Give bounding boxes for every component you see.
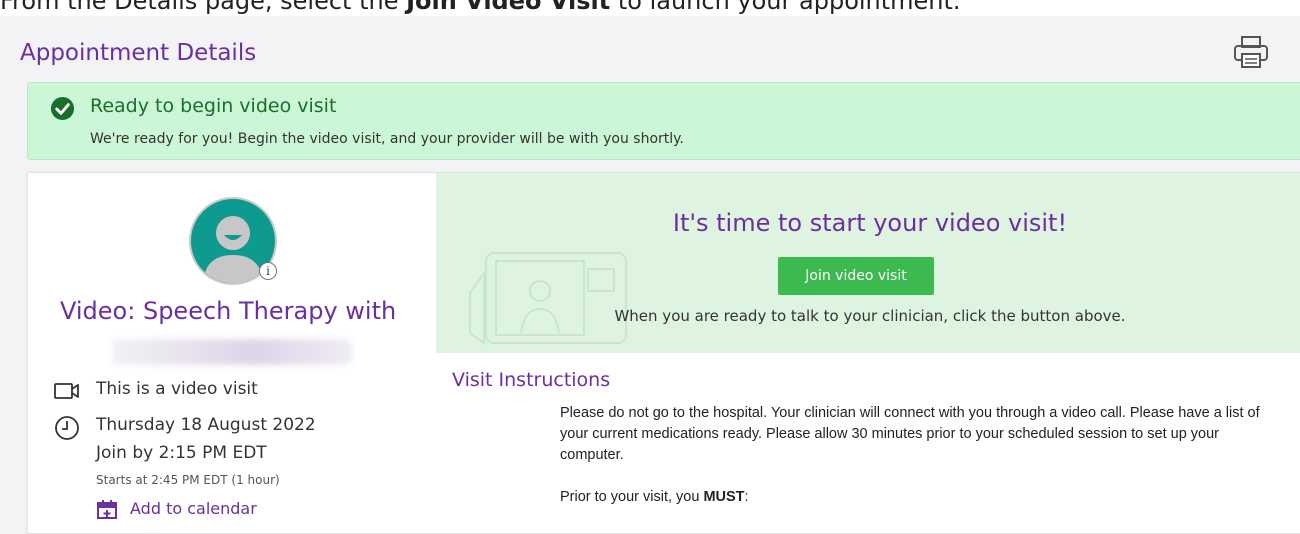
banner-subtitle: We're ready for you! Begin the video vis… xyxy=(90,131,684,147)
visit-instructions-title: Visit Instructions xyxy=(452,369,611,391)
cta-title: It's time to start your video visit! xyxy=(672,209,1068,237)
instructions-p2-suffix: : xyxy=(744,489,749,505)
start-time: Starts at 2:45 PM EDT (1 hour) xyxy=(96,473,280,487)
info-icon[interactable]: i xyxy=(259,262,277,280)
join-video-visit-button[interactable]: Join video visit xyxy=(778,257,934,295)
caption-prefix: From the Details page, select the xyxy=(0,0,407,15)
instructions-p2-prefix: Prior to your visit, you xyxy=(560,489,704,505)
video-camera-icon xyxy=(54,383,79,399)
appointment-title: Video: Speech Therapy with xyxy=(60,297,397,325)
clock-icon xyxy=(55,416,79,440)
page-title: Appointment Details xyxy=(20,40,257,66)
caption-bold: Join Video Visit xyxy=(406,0,611,15)
appointment-card: i Video: Speech Therapy with This is a v… xyxy=(27,172,1300,534)
visit-instructions-text: Please do not go to the hospital. Your c… xyxy=(560,403,1260,508)
instructions-paragraph-1: Please do not go to the hospital. Your c… xyxy=(560,405,1260,463)
caption-suffix: to launch your appointment. xyxy=(610,0,961,15)
calendar-icon xyxy=(97,500,117,519)
instruction-caption: From the Details page, select the Join V… xyxy=(0,0,1300,16)
video-cta-panel: It's time to start your video visit! Joi… xyxy=(436,173,1300,353)
print-icon[interactable] xyxy=(1232,34,1270,70)
cta-subtitle: When you are ready to talk to your clini… xyxy=(614,307,1126,325)
check-circle-icon xyxy=(50,96,75,121)
instructions-p2-bold: MUST xyxy=(703,489,745,505)
instructions-paragraph-2: Prior to your visit, you MUST: xyxy=(560,487,1260,508)
join-by-time: Join by 2:15 PM EDT xyxy=(96,443,267,463)
appointment-summary: i Video: Speech Therapy with This is a v… xyxy=(28,173,436,533)
redacted-provider-name xyxy=(112,339,352,365)
ready-banner: Ready to begin video visit We're ready f… xyxy=(27,82,1300,160)
banner-title: Ready to begin video visit xyxy=(90,95,337,117)
add-to-calendar-label: Add to calendar xyxy=(130,499,257,518)
video-visit-label: This is a video visit xyxy=(96,379,258,399)
appointment-date: Thursday 18 August 2022 xyxy=(96,415,316,435)
video-call-illustration xyxy=(469,252,627,345)
